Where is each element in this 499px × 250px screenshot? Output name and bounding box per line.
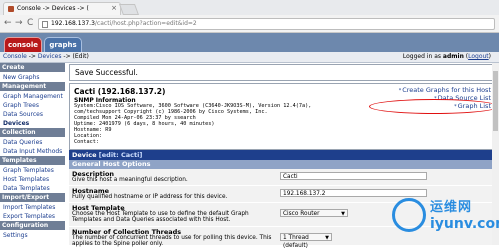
- sidebar-item-data-sources[interactable]: Data Sources: [0, 110, 65, 119]
- back-arrow-icon[interactable]: ←: [4, 18, 12, 28]
- collection-threads-help: The number of concurrent threads to use …: [72, 235, 272, 248]
- reload-icon[interactable]: C: [27, 18, 33, 28]
- watermark-chinese: 运维网: [430, 200, 473, 215]
- sidebar-header-management: Management: [0, 82, 65, 92]
- tab-console[interactable]: console: [4, 37, 42, 53]
- sidebar-item-data-input-methods[interactable]: Data Input Methods: [0, 147, 65, 156]
- new-tab-button[interactable]: [118, 4, 140, 15]
- form-row-description: Description Give this host a meaningful …: [69, 169, 492, 186]
- browser-tab-title: Console -> Devices -> (: [17, 5, 89, 12]
- collection-threads-select[interactable]: 1 Thread (default) ▼: [280, 233, 332, 249]
- sidebar-header-create: Create: [0, 63, 65, 73]
- general-host-options-header: General Host Options: [69, 160, 492, 169]
- breadcrumb-bar: Console -> Devices -> (Edit) Logged in a…: [0, 52, 499, 63]
- watermark-circle-icon: [392, 198, 426, 232]
- sidebar-item-export-templates[interactable]: Export Templates: [0, 212, 65, 221]
- save-message: Save Successful.: [75, 68, 138, 77]
- sidebar-item-data-templates[interactable]: Data Templates: [0, 184, 65, 193]
- chevron-down-icon: ▼: [325, 235, 329, 241]
- host-template-help: Choose the Host Template to use to defin…: [72, 211, 249, 224]
- device-info-panel: Cacti (192.168.137.2) SNMP Information S…: [69, 83, 499, 150]
- sidebar-item-import-templates[interactable]: Import Templates: [0, 203, 65, 212]
- login-status: Logged in as admin (Logout): [402, 53, 491, 60]
- cacti-favicon-icon: [8, 6, 14, 12]
- sidebar-header-collection-methods: Collection Methods: [0, 128, 65, 145]
- breadcrumb-current: (Edit): [72, 53, 89, 60]
- description-help: Give this host a meaningful description.: [72, 177, 188, 183]
- device-form-header: Device [edit: Cacti]: [69, 150, 492, 160]
- sidebar-item-host-templates[interactable]: Host Templates: [0, 175, 65, 184]
- highlight-oval: [369, 99, 499, 114]
- logout-link[interactable]: Logout: [468, 53, 489, 60]
- forward-arrow-icon[interactable]: →: [15, 18, 23, 28]
- sidebar-header-configuration: Configuration: [0, 221, 65, 231]
- sidebar-header-import-export: Import/Export: [0, 193, 65, 203]
- breadcrumb-devices-link[interactable]: Devices: [38, 53, 62, 60]
- scrollbar-thumb[interactable]: [493, 71, 498, 131]
- url-input[interactable]: 192.168.137.3/cacti/host.php?action=edit…: [38, 18, 495, 30]
- sidebar-item-graph-trees[interactable]: Graph Trees: [0, 101, 65, 110]
- login-username: admin: [442, 53, 464, 60]
- browser-tab[interactable]: Console -> Devices -> ( ×: [3, 2, 121, 16]
- sidebar-item-graph-templates[interactable]: Graph Templates: [0, 166, 65, 175]
- address-bar: ← → C 192.168.137.3/cacti/host.php?actio…: [0, 15, 499, 33]
- chevron-down-icon: ▼: [341, 211, 345, 217]
- sidebar-item-devices[interactable]: Devices: [0, 119, 65, 128]
- tab-graphs[interactable]: graphs: [44, 37, 82, 53]
- breadcrumb: Console -> Devices -> (Edit): [3, 53, 89, 60]
- description-input[interactable]: Cacti: [280, 172, 427, 180]
- sidebar-item-new-graphs[interactable]: New Graphs: [0, 73, 65, 82]
- watermark-english: iyunv.com: [430, 216, 499, 232]
- device-title: Cacti (192.168.137.2): [74, 87, 166, 96]
- breadcrumb-console-link[interactable]: Console: [3, 53, 27, 60]
- sidebar-item-graph-management[interactable]: Graph Management: [0, 92, 65, 101]
- snmp-line: Contact:: [74, 139, 99, 145]
- close-tab-icon[interactable]: ×: [111, 4, 117, 12]
- host-template-select[interactable]: Cisco Router ▼: [280, 209, 348, 217]
- sidebar-item-data-queries[interactable]: Data Queries: [0, 138, 65, 147]
- browser-tabstrip: Console -> Devices -> ( ×: [0, 0, 499, 16]
- sidebar-header-templates: Templates: [0, 156, 65, 166]
- device-edit-link[interactable]: [edit: Cacti]: [99, 151, 143, 159]
- hostname-help: Fully qualified hostname or IP address f…: [72, 194, 228, 200]
- save-message-box: Save Successful.: [69, 64, 494, 81]
- sidebar-item-settings[interactable]: Settings: [0, 231, 65, 240]
- url-text: 192.168.137.3/cacti/host.php?action=edit…: [51, 20, 197, 27]
- sidebar: Create New Graphs Management Graph Manageme…: [0, 63, 65, 245]
- page-icon: [42, 21, 48, 28]
- watermark-logo: 运维网 iyunv.com: [392, 190, 499, 242]
- cacti-header: console graphs: [0, 33, 499, 53]
